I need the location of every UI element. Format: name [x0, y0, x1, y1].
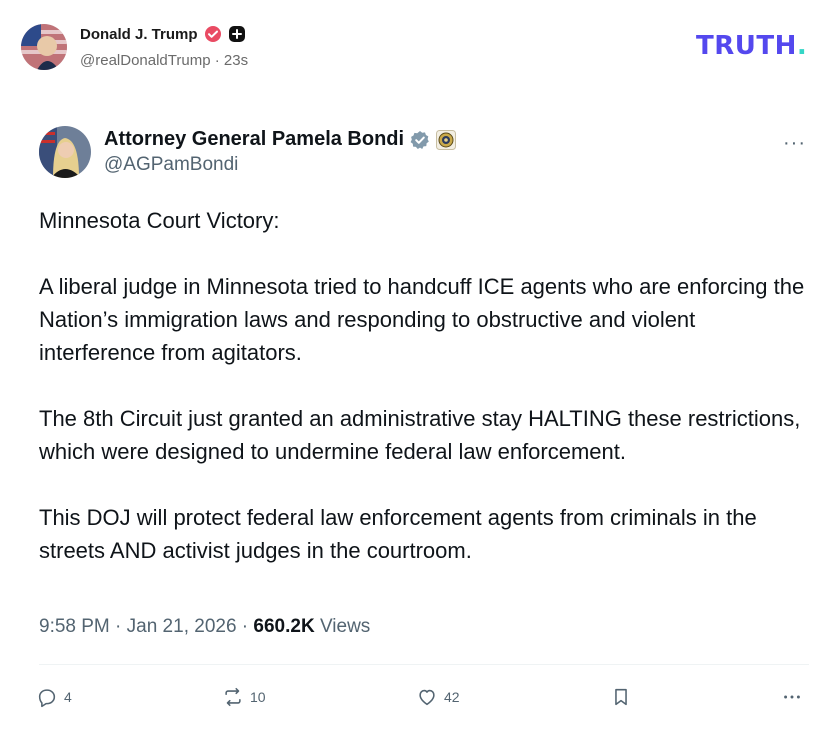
more-icon	[784, 695, 800, 699]
bookmark-icon	[615, 688, 627, 706]
views-count: 660.2K	[253, 616, 315, 637]
reply-count: 4	[64, 689, 72, 705]
repost-count: 10	[250, 689, 266, 705]
post-author-avatar[interactable]	[39, 126, 91, 178]
verified-icon	[204, 25, 222, 43]
truth-logo-text: TRUTH	[696, 31, 797, 61]
truth-author-name[interactable]: Donald J. Trump	[80, 25, 246, 43]
truth-logo[interactable]: TRUTH.	[696, 31, 807, 61]
post-meta: 9:58 PM · Jan 21, 2026 · 660.2K Views	[39, 616, 370, 638]
gray-verified-icon	[410, 130, 430, 150]
truth-logo-dot: .	[796, 31, 808, 61]
reply-button[interactable]: 4	[36, 686, 72, 708]
heart-icon	[419, 689, 435, 706]
post-paragraph: Minnesota Court Victory:	[39, 208, 280, 233]
share-menu-button[interactable]	[781, 686, 803, 708]
more-options-icon[interactable]: ···	[783, 132, 806, 155]
views-label: Views	[319, 616, 371, 637]
post-actions: 4 10 42	[0, 686, 840, 716]
post-body: Minnesota Court Victory: A liberal judge…	[39, 204, 809, 567]
truth-display-name: Donald J. Trump	[80, 25, 198, 43]
plus-badge-icon	[228, 25, 246, 43]
reply-icon	[38, 689, 56, 708]
like-count: 42	[444, 689, 460, 705]
repost-icon	[225, 687, 241, 707]
post-timestamp[interactable]: 9:58 PM · Jan 21, 2026 ·	[39, 616, 253, 637]
truth-handle-line: @realDonaldTrump · 23s	[80, 52, 249, 69]
truth-header: Donald J. Trump @realDonaldTrump · 23s T…	[0, 0, 840, 96]
truth-author-avatar[interactable]	[21, 24, 67, 70]
post-paragraph: This DOJ will protect federal law enforc…	[39, 505, 757, 563]
doj-seal-icon	[436, 129, 457, 150]
post-paragraph: The 8th Circuit just granted an administ…	[39, 406, 801, 464]
like-button[interactable]: 42	[416, 686, 460, 708]
post-author-handle[interactable]: @AGPamBondi	[104, 154, 238, 176]
repost-button[interactable]: 10	[222, 686, 266, 708]
embedded-post: Attorney General Pamela Bondi @AGPamBond…	[0, 96, 840, 736]
post-paragraph: A liberal judge in Minnesota tried to ha…	[39, 274, 805, 365]
bookmark-button[interactable]	[610, 686, 632, 708]
divider	[39, 664, 809, 665]
post-author-name-text: Attorney General Pamela Bondi	[104, 128, 405, 150]
post-author-name[interactable]: Attorney General Pamela Bondi	[104, 128, 457, 151]
